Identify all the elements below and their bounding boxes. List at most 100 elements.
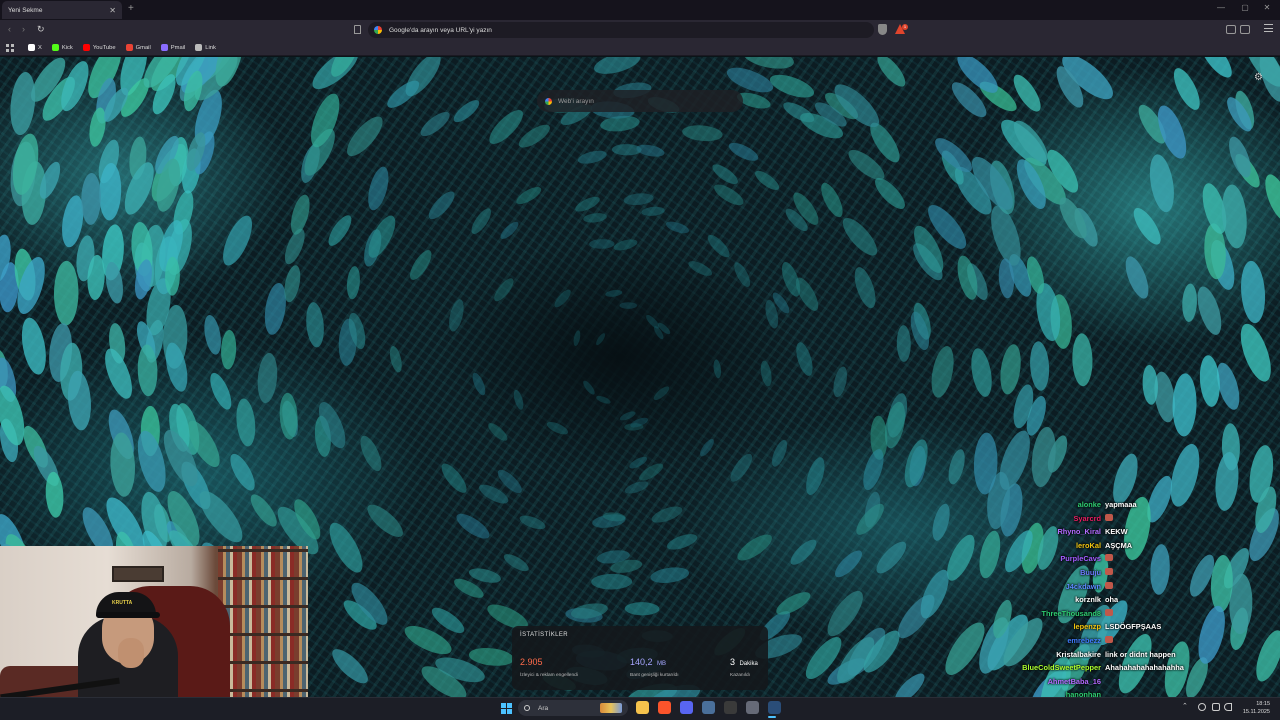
emote-icon	[1105, 554, 1113, 562]
petal-shape	[613, 239, 638, 251]
chat-username: alonke	[1077, 500, 1101, 509]
game-icon[interactable]	[746, 701, 759, 714]
kick-icon	[51, 44, 59, 51]
windows-start-icon[interactable]	[501, 703, 512, 714]
steam-icon[interactable]	[702, 701, 715, 714]
petal-shape	[554, 289, 571, 308]
sidebar-icon[interactable]	[1240, 25, 1250, 34]
petal-shape	[714, 184, 744, 206]
chat-message: BlueColdSweetPepper Ahahahahahahahahha	[980, 663, 1280, 676]
petal-shape	[624, 602, 660, 616]
stat-bandwidth-unit: MB	[656, 661, 666, 667]
search-icon	[524, 705, 530, 711]
chat-message: J4ckdawn	[980, 581, 1280, 595]
close-window-button[interactable]: ✕	[1256, 3, 1278, 12]
petal-shape	[854, 267, 876, 309]
chat-username: Buuju	[1080, 568, 1101, 577]
petal-shape	[453, 100, 480, 123]
apps-grid-icon[interactable]	[6, 43, 14, 52]
petal-shape	[410, 250, 432, 280]
minimize-button[interactable]: —	[1210, 3, 1232, 12]
chat-message: Syarcrd	[980, 513, 1280, 527]
petal-shape	[420, 111, 450, 137]
bookmarks-list: X Kick YouTube Gmail Pmail Link	[28, 44, 226, 51]
volume-icon[interactable]	[1224, 703, 1232, 711]
address-bar[interactable]: Google'da arayın veya URL'yi yazın	[368, 22, 874, 38]
chat-message: korznlk oha	[980, 595, 1280, 608]
newtab-search-box[interactable]: Web'i arayın	[537, 90, 743, 112]
petal-shape	[904, 439, 928, 488]
bookmark-gmail[interactable]: Gmail	[125, 44, 151, 51]
file-explorer-icon[interactable]	[636, 701, 649, 714]
petal-shape	[53, 260, 79, 326]
taskbar-search[interactable]: Ara	[518, 700, 628, 716]
petal-shape	[730, 453, 753, 482]
emote-icon	[1105, 608, 1113, 616]
system-clock[interactable]: 18:15 15.11.2025	[1236, 700, 1270, 716]
bookmark-link[interactable]: Link	[195, 44, 216, 51]
extensions-icon[interactable]	[1226, 25, 1236, 34]
bookmark-page-icon[interactable]	[354, 25, 361, 34]
chat-message: Rhyno_Kiral KEKW	[980, 527, 1280, 540]
new-tab-button[interactable]: +	[128, 3, 134, 14]
petal-shape	[591, 573, 633, 590]
gear-icon[interactable]: ⚙	[1254, 72, 1263, 83]
clock-time: 18:15	[1256, 701, 1270, 707]
youtube-icon	[82, 44, 90, 51]
forward-button[interactable]: ›	[22, 24, 25, 34]
chat-overlay: alonke yapmaaa Syarcrd Rhyno_Kiral KEKW leroK…	[980, 500, 1280, 715]
bookmark-x[interactable]: X	[28, 44, 42, 51]
petal-shape	[896, 325, 911, 362]
maximize-button[interactable]: ▢	[1234, 3, 1256, 12]
network-icon[interactable]	[1212, 703, 1220, 711]
petal-shape	[619, 302, 638, 309]
chat-message: leroKal AŞÇMA	[980, 541, 1280, 554]
x-icon	[28, 44, 35, 51]
tab-title: Yeni Sekme	[8, 6, 43, 14]
petal-shape	[449, 299, 464, 332]
petal-shape	[651, 506, 683, 523]
back-button[interactable]: ‹	[8, 24, 11, 34]
bookmark-youtube[interactable]: YouTube	[82, 44, 116, 51]
petal-shape	[456, 513, 490, 539]
petal-shape	[199, 491, 243, 543]
petal-shape	[728, 142, 759, 161]
petal-shape	[688, 261, 713, 276]
bookmarks-bar: X Kick YouTube Gmail Pmail Link	[0, 40, 1280, 56]
menu-icon[interactable]	[1264, 24, 1273, 32]
stat-time-value: 3	[730, 657, 736, 667]
steam-active-icon[interactable]	[768, 701, 781, 714]
bookmark-kick[interactable]: Kick	[51, 44, 73, 51]
tab-new-tab[interactable]: Yeni Sekme ✕	[2, 1, 122, 19]
chat-username: lepenzp	[1073, 622, 1101, 632]
petal-shape	[589, 239, 615, 249]
petal-shape	[367, 504, 403, 537]
petal-shape	[932, 503, 950, 541]
stat-trackers-value: 2.905	[520, 657, 543, 667]
brave-shields-icon[interactable]	[878, 24, 887, 35]
chat-username: ThreeThousand8	[1041, 608, 1101, 618]
bookmark-pmail[interactable]: Pmail	[160, 44, 185, 51]
petal-shape	[1240, 323, 1271, 382]
discord-icon[interactable]	[680, 701, 693, 714]
petal-shape	[10, 72, 36, 136]
chat-username: PurpleCavs	[1060, 554, 1101, 564]
petal-shape	[1072, 333, 1093, 387]
bookmark-label: Gmail	[135, 44, 151, 51]
petal-shape	[516, 187, 542, 205]
petal-shape	[1133, 207, 1161, 245]
brave-icon[interactable]	[658, 701, 671, 714]
petal-shape	[488, 423, 508, 441]
reload-button[interactable]: ↻	[37, 24, 45, 35]
tray-chevron-icon[interactable]: ⌃	[1182, 702, 1188, 710]
tab-close-icon[interactable]: ✕	[109, 6, 116, 15]
petal-shape	[575, 196, 600, 212]
chat-username: emrebezz	[1067, 636, 1101, 645]
petal-shape	[204, 314, 221, 355]
emote-icon	[1105, 636, 1113, 643]
chat-message: lepenzp LSDÖGFPŞAAS	[980, 622, 1280, 635]
chat-message: Buuju	[980, 568, 1280, 581]
microphone-icon[interactable]	[1198, 703, 1206, 711]
obs-icon[interactable]	[724, 701, 737, 714]
emote-icon	[1105, 513, 1113, 521]
